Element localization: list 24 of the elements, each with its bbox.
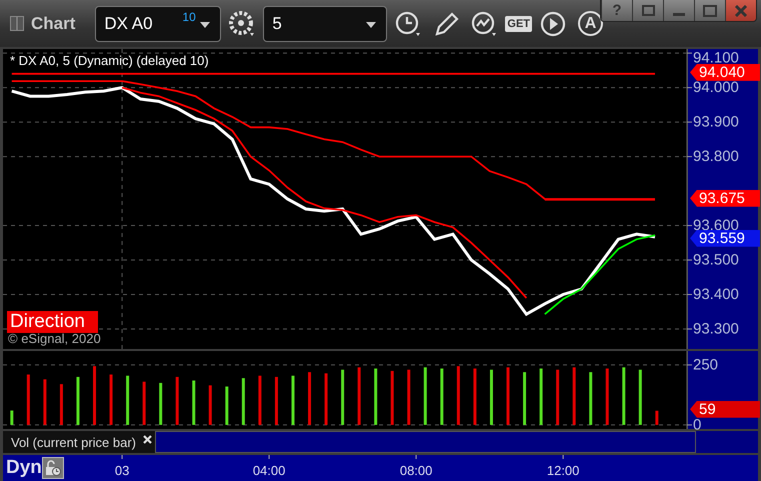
chart-legend: * DX A0, 5 (Dynamic) (delayed 10): [10, 53, 209, 68]
time-label: 04:00: [252, 463, 286, 478]
date-label: 03: [114, 463, 130, 478]
axis-label: 93.400: [693, 286, 739, 304]
copyright-text: © eSignal, 2020: [8, 331, 101, 346]
axis-label: 94.000: [693, 79, 739, 96]
axis-label: 94.100: [693, 50, 739, 66]
axis-label: 93.800: [693, 148, 739, 166]
study-legend: Vol (current price bar): [3, 431, 140, 453]
time-label: 12:00: [546, 463, 580, 478]
axis-label: 93.300: [693, 320, 739, 338]
window-title: Chart: [31, 14, 76, 34]
axis-label: 93.500: [693, 252, 739, 269]
price-marker: 94.040: [690, 64, 760, 81]
axis-label: 93.900: [693, 114, 739, 131]
time-label: 08:00: [400, 463, 432, 478]
price-marker: 93.559: [690, 230, 760, 247]
study-tag: Direction: [7, 311, 98, 333]
price-marker: 93.675: [690, 190, 760, 207]
axis-label: 0: [693, 416, 702, 434]
delay-label: 10: [182, 10, 196, 24]
mode-label: Dyn: [5, 457, 42, 479]
axis-label: 250: [693, 356, 718, 374]
price-marker: 59: [690, 400, 760, 418]
